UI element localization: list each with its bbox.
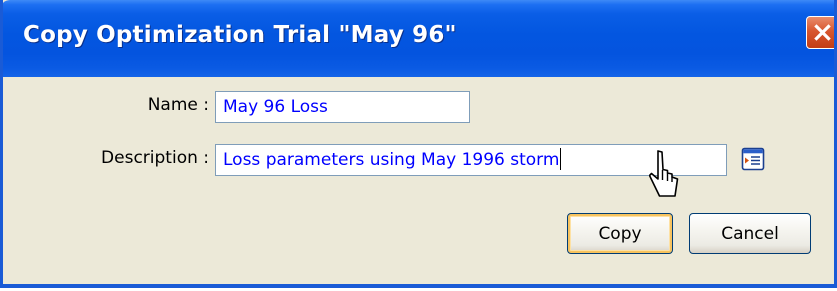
dialog-body: Name : May 96 Loss Description : Loss pa…: [3, 77, 834, 284]
title-bar[interactable]: Copy Optimization Trial "May 96": [3, 0, 834, 77]
description-field-value: Loss parameters using May 1996 storm: [223, 150, 560, 170]
dialog-title: Copy Optimization Trial "May 96": [23, 22, 457, 48]
copy-trial-dialog: Copy Optimization Trial "May 96" Name : …: [0, 0, 837, 288]
cancel-button[interactable]: Cancel: [689, 213, 811, 254]
description-field[interactable]: Loss parameters using May 1996 storm: [215, 144, 727, 176]
close-button[interactable]: [806, 16, 834, 49]
copy-button[interactable]: Copy: [567, 213, 673, 254]
name-label: Name :: [147, 95, 209, 115]
name-field[interactable]: May 96 Loss: [215, 91, 470, 123]
name-field-value: May 96 Loss: [223, 97, 328, 117]
close-icon: [814, 24, 831, 41]
description-label: Description :: [101, 148, 209, 168]
text-editor-icon[interactable]: [741, 147, 765, 171]
text-caret: [560, 148, 562, 170]
